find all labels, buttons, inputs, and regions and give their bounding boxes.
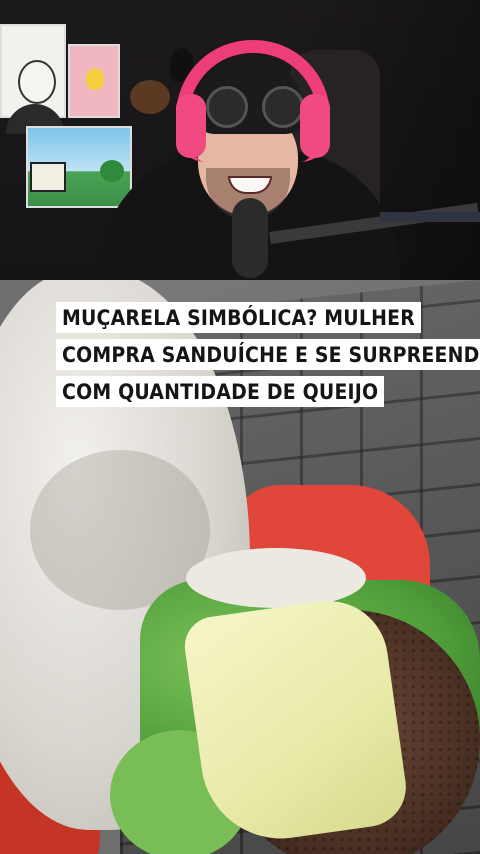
portrait-face bbox=[18, 60, 56, 104]
caption-line-3: COM QUANTIDADE DE QUEIJO bbox=[56, 376, 385, 407]
caption-line-2: COMPRA SANDUÍCHE E SE SURPREENDE bbox=[56, 339, 480, 370]
bun-crumb bbox=[186, 548, 366, 608]
house-drawing bbox=[30, 162, 66, 192]
ukulele bbox=[130, 80, 170, 114]
duck-drawing bbox=[86, 68, 104, 90]
video-frame: MUÇARELA SIMBÓLICA? MULHER COMPRA SANDUÍ… bbox=[0, 0, 480, 854]
streamer-webcam bbox=[0, 0, 480, 280]
caption-line-1: MUÇARELA SIMBÓLICA? MULHER bbox=[56, 302, 421, 333]
headphones-ear-right bbox=[300, 94, 330, 158]
headphones-ear-left bbox=[176, 94, 206, 158]
tree-drawing bbox=[100, 160, 124, 182]
wall-art-portrait bbox=[0, 24, 66, 134]
news-caption: MUÇARELA SIMBÓLICA? MULHER COMPRA SANDUÍ… bbox=[56, 302, 480, 413]
microphone bbox=[232, 198, 268, 278]
mic-arm-bracket bbox=[380, 212, 480, 222]
